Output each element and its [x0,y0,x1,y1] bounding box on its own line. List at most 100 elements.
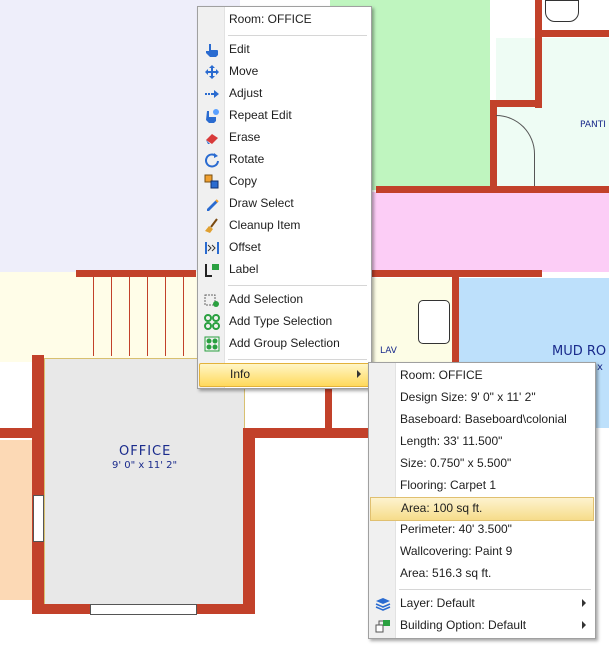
context-menu-header: Room: OFFICE [199,9,370,31]
info-perimeter[interactable]: Perimeter: 40' 3.500" [370,519,594,541]
menu-item-label: Adjust [229,86,263,100]
add-selection-icon [204,292,220,308]
info-item-label: Area: 100 sq ft. [401,501,483,515]
info-room[interactable]: Room: OFFICE [370,365,594,387]
menu-item-label: Add Group Selection [229,336,340,350]
office-name-label: OFFICE [119,444,172,459]
info-building-option[interactable]: Building Option: Default [370,615,594,637]
wall [490,100,538,107]
menu-item-erase[interactable]: Erase [199,127,370,149]
left-orange-room [0,440,35,600]
menu-item-adjust[interactable]: Adjust [199,83,370,105]
label-icon [204,262,220,278]
menu-separator [228,359,367,360]
menu-item-offset[interactable]: Offset [199,237,370,259]
info-item-label: Size: 0.750" x 5.500" [400,456,512,470]
info-baseboard[interactable]: Baseboard: Baseboard\colonial [370,409,594,431]
info-item-label: Layer: Default [400,596,475,610]
add-type-selection-icon [204,314,220,330]
window [90,604,197,615]
info-item-label: Wallcovering: Paint 9 [400,544,513,558]
menu-item-rotate[interactable]: Rotate [199,149,370,171]
wall [76,270,196,277]
window [33,495,44,542]
info-item-label: Perimeter: 40' 3.500" [400,522,512,536]
eraser-icon [204,130,220,146]
submenu-arrow-icon [582,599,586,607]
info-item-label: Room: OFFICE [400,368,483,382]
rotate-icon [204,152,220,168]
info-submenu: Room: OFFICE Design Size: 9' 0" x 11' 2"… [368,362,596,639]
menu-item-label: Move [229,64,259,78]
mudroom-label: MUD RO [552,344,607,359]
menu-item-add-selection[interactable]: Add Selection [199,289,370,311]
menu-item-add-group-selection[interactable]: Add Group Selection [199,333,370,355]
wall [32,355,44,613]
menu-item-label: Cleanup Item [229,218,301,232]
wall [243,428,373,438]
submenu-arrow-icon [357,370,361,378]
info-item-label: Building Option: Default [400,618,527,632]
menu-item-add-type-selection[interactable]: Add Type Selection [199,311,370,333]
adjust-icon [204,86,220,102]
room-office[interactable] [44,358,245,606]
info-area-wall[interactable]: Area: 516.3 sq ft. [370,563,594,585]
move-arrows-icon [204,64,220,80]
menu-separator [228,35,367,36]
info-flooring[interactable]: Flooring: Carpet 1 [370,475,594,497]
menu-item-label: Info [230,367,251,381]
menu-item-repeat-edit[interactable]: Repeat Edit [199,105,370,127]
wall [535,30,609,37]
building-option-icon [375,618,391,634]
wall [535,0,542,108]
info-wallcovering[interactable]: Wallcovering: Paint 9 [370,541,594,563]
layers-icon [375,596,391,612]
submenu-arrow-icon [582,621,586,629]
office-size-label: 9' 0" x 11' 2" [112,460,178,471]
menu-item-label: Repeat Edit [229,108,292,122]
copy-icon [204,174,220,190]
wall [243,428,255,614]
info-item-label: Area: 516.3 sq ft. [400,566,492,580]
edit-hand-icon [204,42,220,58]
lav-label: LAV [380,346,397,356]
info-item-label: Design Size: 9' 0" x 11' 2" [400,390,536,404]
menu-item-label: Add Type Selection [229,314,333,328]
info-layer[interactable]: Layer: Default [370,593,594,615]
menu-item-label: Draw Select [229,196,294,210]
info-area-floor[interactable]: Area: 100 sq ft. [370,497,594,521]
cleanup-broom-icon [204,218,220,234]
menu-item-label: Label [229,262,259,276]
menu-separator [399,589,591,590]
stair-treads [76,272,196,356]
menu-item-draw-select[interactable]: Draw Select [199,193,370,215]
menu-item-info[interactable]: Info [199,363,370,387]
menu-item-label: Edit [229,42,250,56]
menu-item-copy[interactable]: Copy [199,171,370,193]
info-size[interactable]: Size: 0.750" x 5.500" [370,453,594,475]
menu-item-move[interactable]: Move [199,61,370,83]
menu-item-cleanup-item[interactable]: Cleanup Item [199,215,370,237]
add-group-selection-icon [204,336,220,352]
offset-icon [204,240,220,256]
menu-item-edit[interactable]: Edit [199,39,370,61]
mudroom-size-fragment: x [597,362,603,373]
menu-item-label-tool[interactable]: Label [199,259,370,281]
info-item-label: Length: 33' 11.500" [400,434,503,448]
draw-select-icon [204,196,220,212]
menu-item-label: Add Selection [229,292,304,306]
pantry-sink [545,0,579,22]
menu-item-label: Copy [229,174,258,188]
repeat-edit-icon [204,108,220,124]
menu-header-label: Room: OFFICE [229,12,312,26]
menu-separator [228,285,367,286]
wall [376,186,609,193]
lav-sink [418,300,450,344]
info-length[interactable]: Length: 33' 11.500" [370,431,594,453]
context-menu: Room: OFFICE Edit Move Adjust Repeat Edi… [197,6,372,389]
info-design-size[interactable]: Design Size: 9' 0" x 11' 2" [370,387,594,409]
pantry-label: PANTI [580,120,606,130]
menu-item-label: Rotate [229,152,265,166]
menu-item-label: Erase [229,130,261,144]
info-item-label: Baseboard: Baseboard\colonial [400,412,567,426]
